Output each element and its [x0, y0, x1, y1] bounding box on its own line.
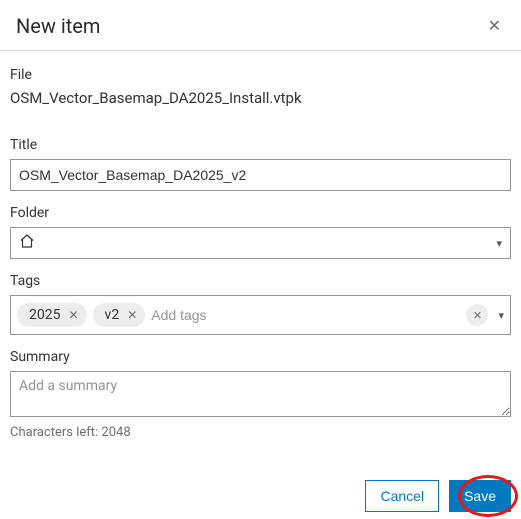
tags-input-container[interactable]: 2025 ✕ v2 ✕ ✕ ▾ — [10, 295, 511, 335]
save-button[interactable]: Save — [449, 480, 511, 512]
title-label: Title — [10, 137, 511, 153]
chevron-down-icon: ▾ — [496, 237, 502, 250]
close-button[interactable]: ✕ — [484, 14, 505, 38]
home-icon — [19, 233, 35, 253]
tag-chip: 2025 ✕ — [17, 303, 87, 327]
title-input[interactable] — [10, 159, 511, 191]
modal-title: New item — [16, 14, 100, 38]
summary-label: Summary — [10, 349, 511, 365]
file-name: OSM_Vector_Basemap_DA2025_Install.vtpk — [10, 89, 511, 107]
characters-left: Characters left: 2048 — [10, 425, 511, 440]
close-icon: ✕ — [473, 309, 482, 322]
tag-remove-icon[interactable]: ✕ — [68, 308, 78, 322]
file-label: File — [10, 67, 511, 83]
chevron-down-icon[interactable]: ▾ — [498, 309, 504, 322]
tag-remove-icon[interactable]: ✕ — [127, 308, 137, 322]
cancel-button[interactable]: Cancel — [365, 480, 439, 512]
tags-clear-button[interactable]: ✕ — [466, 304, 488, 326]
tags-label: Tags — [10, 273, 511, 289]
summary-textarea[interactable] — [10, 371, 511, 417]
folder-select[interactable]: ▾ — [10, 227, 511, 259]
tags-text-input[interactable] — [151, 307, 460, 323]
close-icon: ✕ — [488, 18, 501, 35]
tag-text: v2 — [105, 307, 120, 323]
tag-chip: v2 ✕ — [93, 303, 146, 327]
folder-label: Folder — [10, 205, 511, 221]
tag-text: 2025 — [29, 307, 60, 323]
